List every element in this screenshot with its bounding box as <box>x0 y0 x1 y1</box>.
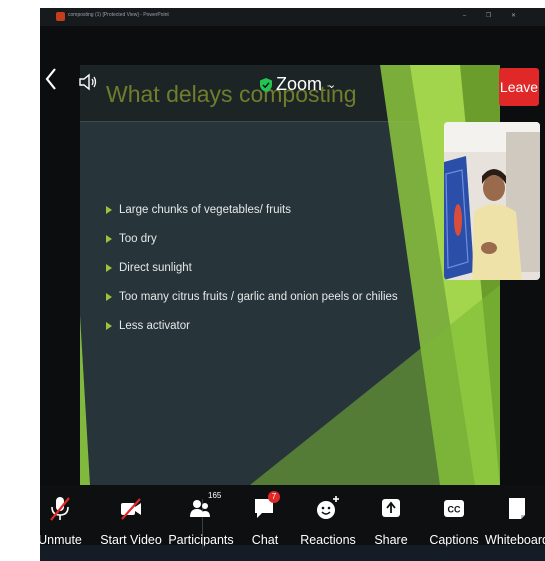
windows-taskbar <box>40 545 545 561</box>
bullet-arrow-icon <box>106 234 112 243</box>
meeting-title-menu[interactable]: Zoom ⌄ <box>260 74 336 95</box>
self-video-tile[interactable] <box>444 122 540 280</box>
whiteboard-icon <box>504 495 530 523</box>
chat-icon: 7 <box>252 491 280 523</box>
mic-off-icon <box>47 495 73 523</box>
shared-slide: What delays composting Large chunks of v… <box>80 65 500 485</box>
slide-bullet: Less activator <box>106 311 398 340</box>
participants-icon: 165 <box>188 491 221 523</box>
slide-bullet-list: Large chunks of vegetables/ fruits Too d… <box>106 195 398 340</box>
captions-icon-text: CC <box>448 505 461 515</box>
reactions-icon <box>315 495 341 523</box>
meeting-app-name: Zoom <box>276 74 323 94</box>
bullet-arrow-icon <box>106 205 112 214</box>
bullet-text: Too many citrus fruits / garlic and onio… <box>119 290 398 303</box>
slide-bullet: Too many citrus fruits / garlic and onio… <box>106 282 398 311</box>
window-controls[interactable]: – ❐ ✕ <box>463 12 525 19</box>
slide-bullet: Direct sunlight <box>106 253 398 282</box>
bullet-text: Too dry <box>119 232 157 245</box>
speaker-button[interactable] <box>78 72 98 92</box>
shield-check-icon <box>260 77 272 92</box>
share-icon <box>378 495 404 523</box>
speaker-icon <box>79 73 97 91</box>
window-title: composting (1) [Protected View] - PowerP… <box>68 12 169 18</box>
slide-bullet: Too dry <box>106 224 398 253</box>
leave-button[interactable]: Leave <box>499 68 539 106</box>
back-button[interactable] <box>44 66 58 96</box>
bullet-text: Direct sunlight <box>119 261 192 274</box>
bullet-text: Large chunks of vegetables/ fruits <box>119 203 291 216</box>
captions-icon: CC <box>441 495 467 523</box>
chevron-down-icon: ⌄ <box>327 79 337 91</box>
chat-unread-badge: 7 <box>268 491 280 503</box>
participant-video <box>444 122 540 280</box>
bullet-arrow-icon <box>106 292 112 301</box>
slide-bullet: Large chunks of vegetables/ fruits <box>106 195 398 224</box>
zoom-meeting-screen: composting (1) [Protected View] - PowerP… <box>40 8 545 561</box>
video-off-icon <box>118 495 144 523</box>
window-titlebar: composting (1) [Protected View] - PowerP… <box>40 8 545 26</box>
powerpoint-icon <box>56 12 65 21</box>
bullet-arrow-icon <box>106 263 112 272</box>
back-icon <box>45 68 56 90</box>
bullet-arrow-icon <box>106 321 112 330</box>
bullet-text: Less activator <box>119 319 190 332</box>
participants-count: 165 <box>208 491 222 500</box>
